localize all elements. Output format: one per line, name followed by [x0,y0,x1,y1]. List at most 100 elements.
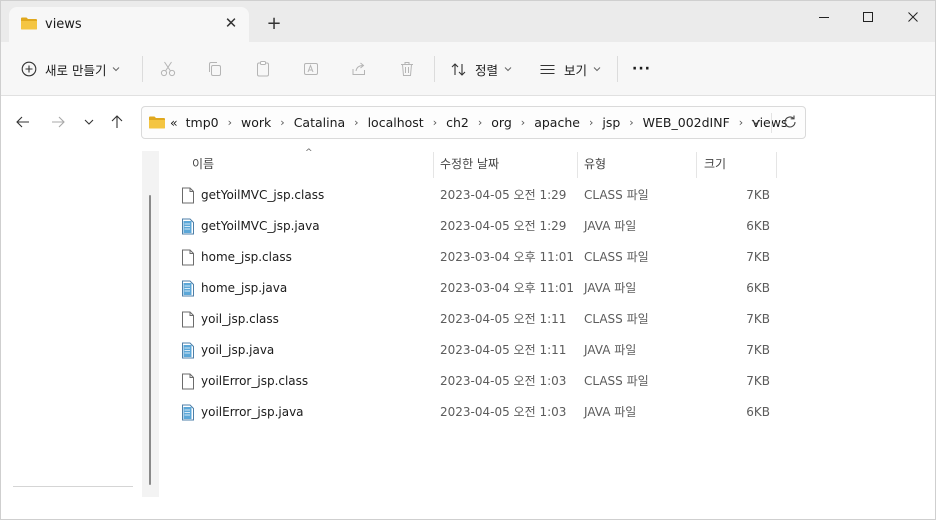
file-name: yoilError_jsp.java [201,405,304,419]
breadcrumb-item[interactable]: WEB_002dINF [643,115,730,130]
column-divider[interactable] [696,152,697,178]
file-type: CLASS 파일 [584,312,649,326]
delete-button[interactable] [398,54,416,84]
file-size: 7KB [746,250,770,264]
sort-button-label: 정렬 [475,62,499,78]
paste-button[interactable] [254,54,272,84]
column-header-size[interactable]: 크기 [704,149,774,179]
chevron-right-icon[interactable]: › [521,116,525,129]
file-name: home_jsp.class [201,250,292,264]
chevron-down-icon [113,67,120,72]
navigation-scrollbar[interactable] [142,151,159,497]
breadcrumb-item[interactable]: org [491,115,512,130]
breadcrumb-item[interactable]: work [241,115,271,130]
forward-button[interactable] [48,112,68,132]
column-header-name[interactable]: 이름 [192,149,432,179]
arrow-right-icon [52,116,65,128]
file-row[interactable]: yoil_jsp.class 2023-04-05 오전 1:11 CLASS 파일… [177,304,777,335]
sort-icon [451,62,466,76]
file-name: yoilError_jsp.class [201,374,309,388]
breadcrumb-item[interactable]: apache [534,115,580,130]
new-button-label: 새로 만들기 [45,62,107,78]
new-button[interactable]: 새로 만들기 [21,54,120,84]
file-row[interactable]: yoilError_jsp.java 2023-04-05 오전 1:03 JAVA… [177,397,777,428]
scissors-icon [160,61,176,77]
file-size: 7KB [746,312,770,326]
copy-button[interactable] [206,54,224,84]
back-button[interactable] [13,112,33,132]
file-date: 2023-03-04 오후 11:01 [440,281,575,295]
column-divider[interactable] [577,152,578,178]
file-type: JAVA 파일 [584,219,637,233]
view-button[interactable]: 보기 [539,54,601,84]
breadcrumb-item[interactable]: localhost [368,115,424,130]
file-size: 6KB [746,281,770,295]
file-size: 6KB [746,405,770,419]
breadcrumb-item[interactable]: Catalina [294,115,345,130]
chevron-right-icon[interactable]: › [589,116,593,129]
chevron-right-icon[interactable]: › [739,116,743,129]
file-row[interactable]: getYoilMVC_jsp.java 2023-04-05 오전 1:29 JAV… [177,211,777,242]
chevron-right-icon[interactable]: › [354,116,358,129]
rename-button[interactable] [302,54,320,84]
new-tab-button[interactable]: + [264,14,284,34]
address-bar[interactable]: « tmp0 › work › Catalina › localhost › c… [141,106,806,139]
column-divider[interactable] [776,152,777,178]
cut-button[interactable] [159,54,177,84]
file-date: 2023-04-05 오전 1:29 [440,219,567,233]
plus-circle-icon [21,61,37,77]
file-row[interactable]: getYoilMVC_jsp.class 2023-04-05 오전 1:29 CL… [177,180,777,211]
breadcrumb-item[interactable]: tmp0 [186,115,219,130]
file-row[interactable]: yoil_jsp.java 2023-04-05 오전 1:11 JAVA 파일 7K… [177,335,777,366]
file-date: 2023-04-05 오전 1:11 [440,343,567,357]
arrow-left-icon [16,116,29,128]
java-file-icon [182,218,194,235]
file-icon [182,311,194,328]
maximize-button[interactable] [845,5,891,29]
chevron-right-icon[interactable]: › [629,116,633,129]
chevron-right-icon[interactable]: › [478,116,482,129]
chevron-right-icon[interactable]: › [433,116,437,129]
navigation-pane[interactable] [1,146,141,519]
recent-locations-button[interactable] [79,112,99,132]
more-options-button[interactable]: ··· [632,54,651,84]
share-button[interactable] [350,54,368,84]
close-window-button[interactable] [890,5,935,29]
minimize-button[interactable] [801,5,847,29]
scrollbar-thumb[interactable] [149,195,151,485]
address-dropdown-icon[interactable] [750,116,762,128]
file-name: yoil_jsp.class [201,312,279,326]
file-explorer-window: views ✕ + 새로 만들기 정렬 보기 ··· « tmp0 › work… [0,0,936,520]
address-divider [771,113,772,133]
breadcrumb-overflow[interactable]: « [170,115,178,130]
up-button[interactable] [107,112,127,132]
file-size: 6KB [746,219,770,233]
command-bar: 새로 만들기 정렬 보기 ··· [1,42,935,96]
breadcrumb-item[interactable]: ch2 [446,115,469,130]
file-icon [182,373,194,390]
refresh-icon[interactable] [782,114,798,130]
tab-bar: views ✕ + [1,1,935,43]
file-row[interactable]: yoilError_jsp.class 2023-04-05 오전 1:03 CLA… [177,366,777,397]
column-header-date[interactable]: 수정한 날짜 [440,149,575,179]
file-icon [182,187,194,204]
close-tab-icon[interactable]: ✕ [221,13,241,33]
column-header-type[interactable]: 유형 [584,149,694,179]
tab-views[interactable]: views ✕ [9,7,249,43]
more-icon: ··· [632,61,651,77]
file-date: 2023-04-05 오전 1:03 [440,374,567,388]
sort-button[interactable]: 정렬 [450,54,512,84]
java-file-icon [182,280,194,297]
file-row[interactable]: home_jsp.java 2023-03-04 오후 11:01 JAVA 파일 6… [177,273,777,304]
file-size: 7KB [746,188,770,202]
breadcrumb-item[interactable]: jsp [602,115,620,130]
rename-icon [304,63,318,75]
chevron-right-icon[interactable]: › [228,116,232,129]
column-divider[interactable] [433,152,434,178]
copy-icon [209,62,221,76]
file-row[interactable]: home_jsp.class 2023-03-04 오후 11:01 CLASS 파… [177,242,777,273]
address-row: « tmp0 › work › Catalina › localhost › c… [1,96,935,146]
chevron-right-icon[interactable]: › [280,116,284,129]
file-type: JAVA 파일 [584,343,637,357]
file-name: yoil_jsp.java [201,343,275,357]
